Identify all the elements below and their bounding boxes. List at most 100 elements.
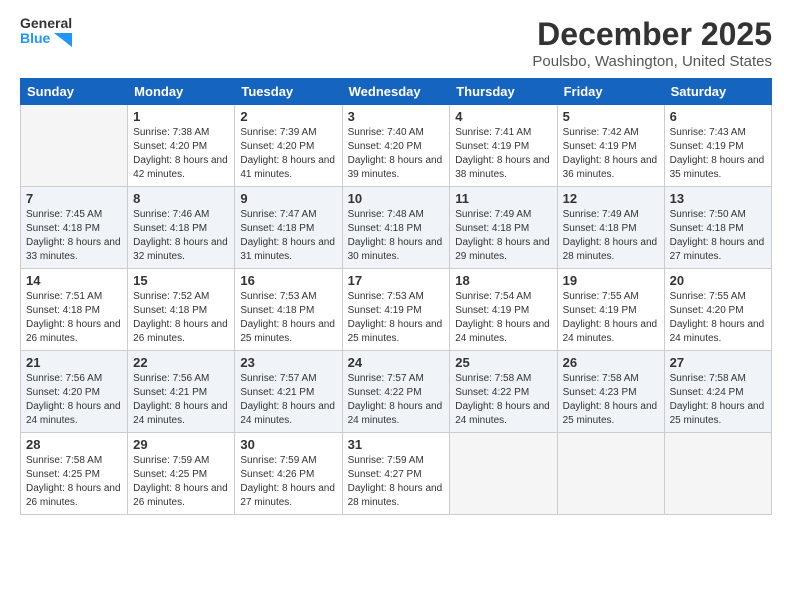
- sunrise-text: Sunrise: 7:45 AM: [26, 209, 102, 220]
- calendar-cell-w4-d3: 23 Sunrise: 7:57 AM Sunset: 4:21 PM Dayl…: [235, 351, 342, 433]
- daylight-text: Daylight: 8 hours and 26 minutes.: [26, 483, 121, 508]
- day-number: 4: [455, 109, 551, 124]
- daylight-text: Daylight: 8 hours and 41 minutes.: [240, 155, 335, 180]
- sunrise-text: Sunrise: 7:53 AM: [240, 291, 316, 302]
- calendar-cell-w3-d7: 20 Sunrise: 7:55 AM Sunset: 4:20 PM Dayl…: [664, 269, 771, 351]
- daylight-text: Daylight: 8 hours and 24 minutes.: [670, 319, 765, 344]
- day-number: 21: [26, 355, 122, 370]
- daylight-text: Daylight: 8 hours and 33 minutes.: [26, 237, 121, 262]
- sunset-text: Sunset: 4:24 PM: [670, 387, 744, 398]
- sunset-text: Sunset: 4:19 PM: [563, 305, 637, 316]
- calendar-cell-w2-d2: 8 Sunrise: 7:46 AM Sunset: 4:18 PM Dayli…: [128, 187, 235, 269]
- header-thursday: Thursday: [450, 79, 557, 105]
- calendar-cell-w5-d6: [557, 433, 664, 515]
- sunset-text: Sunset: 4:19 PM: [348, 305, 422, 316]
- calendar-cell-w4-d2: 22 Sunrise: 7:56 AM Sunset: 4:21 PM Dayl…: [128, 351, 235, 433]
- day-number: 23: [240, 355, 336, 370]
- day-number: 30: [240, 437, 336, 452]
- day-number: 1: [133, 109, 229, 124]
- calendar-cell-w4-d1: 21 Sunrise: 7:56 AM Sunset: 4:20 PM Dayl…: [21, 351, 128, 433]
- calendar-cell-w3-d4: 17 Sunrise: 7:53 AM Sunset: 4:19 PM Dayl…: [342, 269, 450, 351]
- calendar-cell-w2-d6: 12 Sunrise: 7:49 AM Sunset: 4:18 PM Dayl…: [557, 187, 664, 269]
- sunset-text: Sunset: 4:21 PM: [240, 387, 314, 398]
- calendar-cell-w5-d5: [450, 433, 557, 515]
- sunset-text: Sunset: 4:26 PM: [240, 469, 314, 480]
- daylight-text: Daylight: 8 hours and 25 minutes.: [563, 401, 658, 426]
- calendar-cell-w5-d2: 29 Sunrise: 7:59 AM Sunset: 4:25 PM Dayl…: [128, 433, 235, 515]
- page-container: General Blue December 2025 Poulsbo, Wash…: [0, 0, 792, 525]
- sunrise-text: Sunrise: 7:49 AM: [455, 209, 531, 220]
- sunrise-text: Sunrise: 7:47 AM: [240, 209, 316, 220]
- day-number: 16: [240, 273, 336, 288]
- day-number: 9: [240, 191, 336, 206]
- daylight-text: Daylight: 8 hours and 30 minutes.: [348, 237, 443, 262]
- sunset-text: Sunset: 4:19 PM: [670, 141, 744, 152]
- day-number: 6: [670, 109, 766, 124]
- main-title: December 2025: [532, 16, 772, 53]
- sunrise-text: Sunrise: 7:55 AM: [563, 291, 639, 302]
- sunrise-text: Sunrise: 7:54 AM: [455, 291, 531, 302]
- day-number: 8: [133, 191, 229, 206]
- sunset-text: Sunset: 4:20 PM: [133, 141, 207, 152]
- sunset-text: Sunset: 4:20 PM: [670, 305, 744, 316]
- sunset-text: Sunset: 4:20 PM: [240, 141, 314, 152]
- week-row-2: 7 Sunrise: 7:45 AM Sunset: 4:18 PM Dayli…: [21, 187, 772, 269]
- calendar-cell-w4-d7: 27 Sunrise: 7:58 AM Sunset: 4:24 PM Dayl…: [664, 351, 771, 433]
- sunrise-text: Sunrise: 7:50 AM: [670, 209, 746, 220]
- daylight-text: Daylight: 8 hours and 24 minutes.: [455, 319, 550, 344]
- calendar-cell-w1-d2: 1 Sunrise: 7:38 AM Sunset: 4:20 PM Dayli…: [128, 105, 235, 187]
- subtitle: Poulsbo, Washington, United States: [532, 53, 772, 70]
- header-saturday: Saturday: [664, 79, 771, 105]
- sunset-text: Sunset: 4:18 PM: [670, 223, 744, 234]
- sunrise-text: Sunrise: 7:58 AM: [670, 373, 746, 384]
- sunset-text: Sunset: 4:18 PM: [26, 305, 100, 316]
- header: General Blue December 2025 Poulsbo, Wash…: [20, 16, 772, 70]
- sunrise-text: Sunrise: 7:42 AM: [563, 127, 639, 138]
- day-number: 17: [348, 273, 445, 288]
- day-number: 22: [133, 355, 229, 370]
- blue-arrow-icon: [54, 33, 72, 47]
- sunset-text: Sunset: 4:25 PM: [26, 469, 100, 480]
- sunset-text: Sunset: 4:19 PM: [563, 141, 637, 152]
- day-number: 25: [455, 355, 551, 370]
- daylight-text: Daylight: 8 hours and 39 minutes.: [348, 155, 443, 180]
- sunset-text: Sunset: 4:20 PM: [26, 387, 100, 398]
- sunset-text: Sunset: 4:19 PM: [455, 305, 529, 316]
- calendar-cell-w4-d6: 26 Sunrise: 7:58 AM Sunset: 4:23 PM Dayl…: [557, 351, 664, 433]
- calendar-cell-w3-d2: 15 Sunrise: 7:52 AM Sunset: 4:18 PM Dayl…: [128, 269, 235, 351]
- sunrise-text: Sunrise: 7:39 AM: [240, 127, 316, 138]
- calendar-cell-w3-d6: 19 Sunrise: 7:55 AM Sunset: 4:19 PM Dayl…: [557, 269, 664, 351]
- week-row-3: 14 Sunrise: 7:51 AM Sunset: 4:18 PM Dayl…: [21, 269, 772, 351]
- week-row-4: 21 Sunrise: 7:56 AM Sunset: 4:20 PM Dayl…: [21, 351, 772, 433]
- daylight-text: Daylight: 8 hours and 25 minutes.: [240, 319, 335, 344]
- daylight-text: Daylight: 8 hours and 24 minutes.: [455, 401, 550, 426]
- daylight-text: Daylight: 8 hours and 24 minutes.: [348, 401, 443, 426]
- sunrise-text: Sunrise: 7:51 AM: [26, 291, 102, 302]
- daylight-text: Daylight: 8 hours and 28 minutes.: [348, 483, 443, 508]
- calendar-cell-w1-d7: 6 Sunrise: 7:43 AM Sunset: 4:19 PM Dayli…: [664, 105, 771, 187]
- calendar-cell-w5-d4: 31 Sunrise: 7:59 AM Sunset: 4:27 PM Dayl…: [342, 433, 450, 515]
- calendar-cell-w1-d4: 3 Sunrise: 7:40 AM Sunset: 4:20 PM Dayli…: [342, 105, 450, 187]
- daylight-text: Daylight: 8 hours and 24 minutes.: [563, 319, 658, 344]
- header-friday: Friday: [557, 79, 664, 105]
- day-number: 7: [26, 191, 122, 206]
- day-number: 10: [348, 191, 445, 206]
- sunrise-text: Sunrise: 7:57 AM: [240, 373, 316, 384]
- daylight-text: Daylight: 8 hours and 28 minutes.: [563, 237, 658, 262]
- sunset-text: Sunset: 4:18 PM: [133, 305, 207, 316]
- header-monday: Monday: [128, 79, 235, 105]
- day-number: 28: [26, 437, 122, 452]
- day-number: 24: [348, 355, 445, 370]
- day-number: 11: [455, 191, 551, 206]
- sunrise-text: Sunrise: 7:53 AM: [348, 291, 424, 302]
- calendar-cell-w1-d1: [21, 105, 128, 187]
- daylight-text: Daylight: 8 hours and 27 minutes.: [670, 237, 765, 262]
- calendar-cell-w3-d3: 16 Sunrise: 7:53 AM Sunset: 4:18 PM Dayl…: [235, 269, 342, 351]
- sunrise-text: Sunrise: 7:40 AM: [348, 127, 424, 138]
- sunset-text: Sunset: 4:19 PM: [455, 141, 529, 152]
- calendar-cell-w2-d1: 7 Sunrise: 7:45 AM Sunset: 4:18 PM Dayli…: [21, 187, 128, 269]
- week-row-1: 1 Sunrise: 7:38 AM Sunset: 4:20 PM Dayli…: [21, 105, 772, 187]
- calendar-header-row: Sunday Monday Tuesday Wednesday Thursday…: [21, 79, 772, 105]
- sunset-text: Sunset: 4:23 PM: [563, 387, 637, 398]
- daylight-text: Daylight: 8 hours and 35 minutes.: [670, 155, 765, 180]
